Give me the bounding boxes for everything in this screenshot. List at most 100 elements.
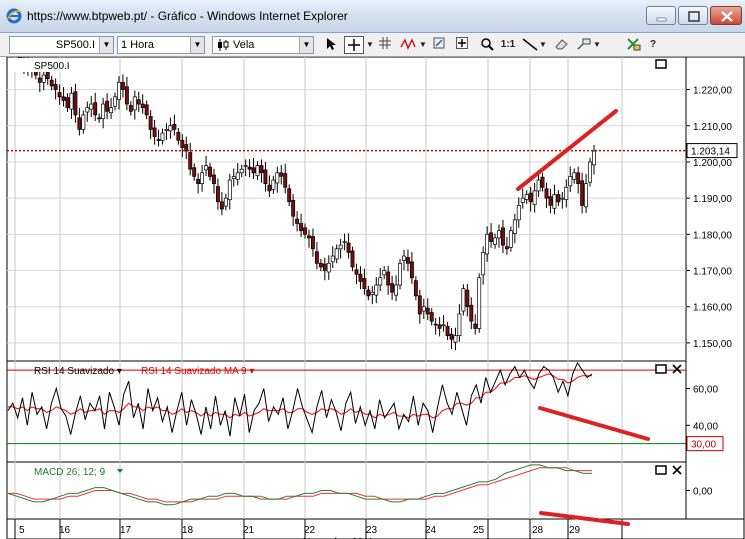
rsi-panel-label: RSI 14 Suavizado ▾ xyxy=(34,366,122,377)
candle-body xyxy=(231,176,236,179)
crosshair-icon[interactable] xyxy=(344,36,364,54)
candle-body xyxy=(394,284,399,296)
chart-type-select[interactable]: Vela ▼ xyxy=(212,36,314,54)
candle-body xyxy=(504,246,509,250)
candle-body xyxy=(176,131,181,141)
close-button[interactable] xyxy=(710,6,742,25)
price-panel-label: SP500.I xyxy=(34,61,70,72)
candle-body xyxy=(73,91,78,116)
interval-dropdown-arrow[interactable]: ▼ xyxy=(190,37,204,53)
interval-value: 1 Hora xyxy=(121,39,155,51)
current-price-label: 1.203,14 xyxy=(691,147,730,158)
wave-icon[interactable] xyxy=(400,37,418,53)
wave-dropdown-arrow[interactable]: ▼ xyxy=(419,37,427,53)
candle-body xyxy=(556,194,561,203)
chart-area[interactable]: 1.220,00 1.210,00 1.200,00 1.190,00 1.180,00… xyxy=(0,57,745,539)
macd-panel-label: MACD 26; 12; 9 xyxy=(34,467,106,478)
trendline-icon[interactable] xyxy=(522,37,538,53)
properties-dropdown-arrow[interactable]: ▼ xyxy=(593,37,601,53)
x-axis-label: 5 xyxy=(19,525,25,536)
candle-body xyxy=(196,178,201,185)
zoom-icon[interactable] xyxy=(480,37,494,53)
price-tick-label: 1.200,00 xyxy=(693,158,732,169)
candle-body xyxy=(524,194,529,200)
chart-type-dropdown-arrow[interactable]: ▼ xyxy=(299,37,313,53)
candle-body xyxy=(477,277,482,329)
candle-body xyxy=(358,273,363,282)
ie-icon xyxy=(6,8,22,24)
candle-body xyxy=(160,132,165,141)
restore-icon xyxy=(688,11,700,22)
candle-body xyxy=(346,242,351,253)
candle-body xyxy=(215,186,220,203)
trendline-dropdown-arrow[interactable]: ▼ xyxy=(539,37,547,53)
candle-body xyxy=(374,284,379,296)
candle-body xyxy=(303,227,307,235)
cursor-icon[interactable] xyxy=(324,37,338,53)
candle-body xyxy=(390,283,395,293)
candlestick-icon xyxy=(218,39,229,51)
candle-body xyxy=(386,271,391,286)
candle-body xyxy=(307,235,311,239)
candle-body xyxy=(405,257,410,264)
grid-icon[interactable] xyxy=(378,37,392,53)
candle-body xyxy=(350,250,355,268)
candle-body xyxy=(437,324,442,329)
zoom-1to1-label[interactable]: 1:1 xyxy=(500,37,516,53)
candle-body xyxy=(429,312,434,322)
x-axis-label: 18 xyxy=(182,525,194,536)
zoom-in-icon[interactable] xyxy=(455,37,469,53)
candle-body xyxy=(299,223,304,232)
candle-body xyxy=(212,174,216,185)
candle-body xyxy=(291,199,296,217)
candle-body xyxy=(338,244,343,250)
chart-canvas[interactable]: 1.220,00 1.210,00 1.200,00 1.190,00 1.180,00… xyxy=(0,57,745,539)
candle-body xyxy=(251,167,256,174)
price-tick-label: 1.180,00 xyxy=(693,230,732,241)
candle-body xyxy=(493,237,497,245)
symbol-field[interactable]: SP500.I ▼ xyxy=(9,36,114,54)
x-axis-label: 23 xyxy=(366,525,378,536)
x-axis-label: 28 xyxy=(532,525,544,536)
symbol-dropdown-arrow[interactable]: ▼ xyxy=(99,37,113,53)
window-title: https://www.btpweb.pt/ - Gráfico - Windo… xyxy=(27,9,348,23)
panel-maximize-icon xyxy=(655,59,667,69)
candle-body xyxy=(370,291,375,295)
eraser-icon[interactable] xyxy=(553,37,569,53)
crosshair-dropdown-arrow[interactable]: ▼ xyxy=(366,37,374,53)
x-axis-label: 29 xyxy=(569,525,581,536)
candle-body xyxy=(497,230,501,239)
candle-body xyxy=(314,251,319,264)
candle-body xyxy=(576,172,581,185)
help-icon[interactable]: ? xyxy=(647,37,659,53)
candle-body xyxy=(168,125,173,132)
candle-body xyxy=(124,86,129,105)
candle-body xyxy=(564,186,569,200)
rsi-tick-label: 40,00 xyxy=(693,421,718,432)
candle-body xyxy=(501,227,505,246)
price-tick-label: 1.220,00 xyxy=(693,86,732,97)
price-tick-label: 1.150,00 xyxy=(693,339,732,350)
candle-body xyxy=(417,295,422,315)
price-tick-label: 1.160,00 xyxy=(693,303,732,314)
minimize-icon xyxy=(656,17,667,22)
drawing-tool-icon[interactable] xyxy=(432,37,446,53)
maximize-button[interactable] xyxy=(678,6,708,25)
minimize-button[interactable] xyxy=(646,6,676,25)
candle-body xyxy=(473,323,478,329)
candle-body xyxy=(283,173,288,188)
candle-body xyxy=(449,333,454,340)
candle-body xyxy=(402,255,406,261)
candle-body xyxy=(275,172,280,184)
x-axis-label: 16 xyxy=(59,525,71,536)
candle-body xyxy=(148,116,153,130)
candle-body xyxy=(469,304,474,322)
properties-icon[interactable] xyxy=(576,37,592,53)
interval-select[interactable]: 1 Hora ▼ xyxy=(117,36,205,54)
candle-body xyxy=(65,97,70,109)
candle-body xyxy=(342,241,347,243)
candle-body xyxy=(57,92,62,98)
candle-body xyxy=(172,123,177,130)
settings-icon[interactable] xyxy=(626,37,642,53)
candle-body xyxy=(413,280,418,297)
